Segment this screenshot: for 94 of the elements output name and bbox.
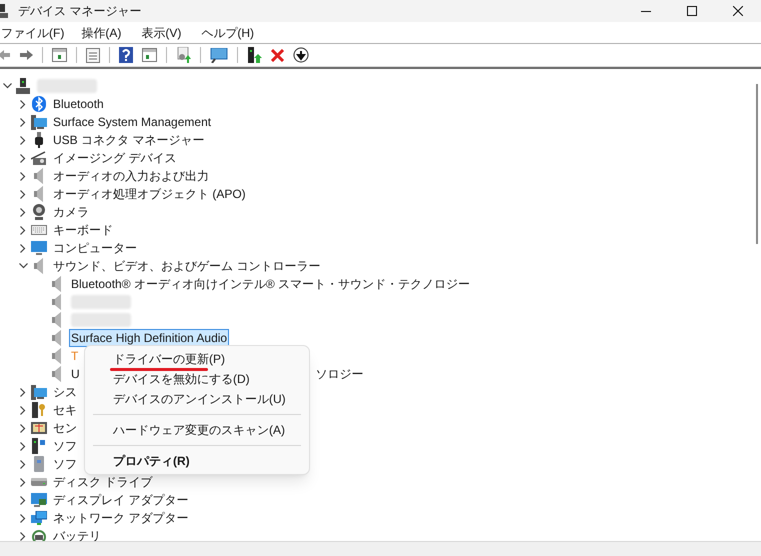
list-document-icon[interactable] bbox=[86, 48, 100, 62]
menu-item[interactable]: デバイスのアンインストール(U) bbox=[113, 390, 286, 408]
chevron-right-icon[interactable] bbox=[20, 496, 26, 504]
tree-item[interactable]: セン bbox=[51, 419, 79, 437]
tree-item[interactable]: イメージング デバイス bbox=[51, 149, 178, 167]
webcam-icon bbox=[32, 204, 46, 220]
menu-item[interactable]: 表示(V) bbox=[141, 24, 182, 42]
speaker-icon bbox=[51, 348, 63, 364]
speaker-icon bbox=[51, 330, 63, 346]
tree-item[interactable]: シス bbox=[51, 383, 79, 401]
menu-item[interactable]: ハードウェア変更のスキャン(A) bbox=[113, 421, 285, 439]
speaker-icon bbox=[33, 186, 45, 202]
tree-item[interactable]: Bluetooth® オーディオ向けインテル® スマート・サウンド・テクノロジー bbox=[69, 275, 472, 293]
scrollbar-thumb[interactable] bbox=[756, 84, 758, 244]
drive-icon bbox=[31, 478, 47, 486]
device-icon bbox=[32, 438, 46, 454]
tree-item[interactable]: キーボード bbox=[51, 221, 115, 239]
tree-item-text: ソロジー bbox=[316, 366, 364, 383]
close-icon bbox=[733, 6, 743, 16]
tree-item[interactable]: ソフ bbox=[51, 437, 79, 455]
tree-item[interactable]: ネットワーク アダプター bbox=[51, 509, 190, 527]
menu-item[interactable]: プロパティ(R) bbox=[113, 452, 190, 470]
speaker-icon bbox=[51, 312, 63, 328]
menu-item[interactable]: ドライバーの更新(P) bbox=[113, 350, 225, 368]
chevron-down-icon[interactable] bbox=[18, 263, 28, 269]
chevron-right-icon[interactable] bbox=[20, 100, 26, 108]
board-icon bbox=[31, 422, 47, 434]
speaker-icon bbox=[51, 366, 63, 382]
monitor-icon bbox=[31, 114, 47, 130]
monitor-icon bbox=[31, 492, 47, 508]
chevron-right-icon[interactable] bbox=[20, 424, 26, 432]
tree-item[interactable]: セキ bbox=[51, 401, 79, 419]
chevron-right-icon[interactable] bbox=[20, 514, 26, 522]
speaker-icon bbox=[51, 294, 63, 310]
battery-icon bbox=[31, 529, 47, 542]
download-circle-icon[interactable] bbox=[293, 47, 309, 63]
computer-icon bbox=[16, 78, 30, 94]
help-icon[interactable] bbox=[119, 47, 133, 63]
panel-icon[interactable] bbox=[142, 48, 157, 62]
chevron-right-icon[interactable] bbox=[20, 478, 26, 486]
menu-item[interactable]: ファイル(F) bbox=[1, 24, 64, 42]
menu-item[interactable]: デバイスを無効にする(D) bbox=[113, 370, 250, 388]
keyboard-icon bbox=[31, 225, 47, 235]
tree-item[interactable]: バッテリ bbox=[51, 527, 103, 542]
window-title: デバイス マネージャー bbox=[18, 3, 142, 20]
tree-item[interactable]: カメラ bbox=[51, 203, 91, 221]
chevron-right-icon[interactable] bbox=[20, 460, 26, 468]
speaker-icon bbox=[33, 168, 45, 184]
forward-arrow-icon[interactable] bbox=[19, 48, 33, 62]
speaker-icon bbox=[33, 258, 45, 274]
plug-icon bbox=[35, 132, 43, 148]
tree-item[interactable]: オーディオ処理オブジェクト (APO) bbox=[51, 185, 248, 203]
monitor-icon bbox=[31, 384, 47, 400]
monitor-icon bbox=[31, 240, 47, 256]
chevron-down-icon[interactable] bbox=[2, 83, 12, 89]
chevron-right-icon[interactable] bbox=[20, 532, 26, 540]
key-icon bbox=[32, 402, 46, 418]
tree-item[interactable]: U bbox=[69, 365, 82, 383]
chevron-right-icon[interactable] bbox=[20, 244, 26, 252]
speaker-icon bbox=[51, 276, 63, 292]
network-icon bbox=[31, 510, 47, 526]
panel-icon[interactable] bbox=[52, 48, 67, 62]
delete-icon[interactable] bbox=[271, 48, 284, 62]
chevron-right-icon[interactable] bbox=[20, 208, 26, 216]
chevron-right-icon[interactable] bbox=[20, 154, 26, 162]
tree-item[interactable]: Bluetooth bbox=[51, 95, 106, 113]
tree-item[interactable]: Surface System Management bbox=[51, 113, 214, 131]
scanner-icon bbox=[31, 151, 47, 165]
tree-item[interactable]: ディスプレイ アダプター bbox=[51, 491, 190, 509]
device-update-icon[interactable] bbox=[247, 47, 262, 63]
chevron-right-icon[interactable] bbox=[20, 118, 26, 126]
tree-item[interactable]: USB コネクタ マネージャー bbox=[51, 131, 206, 149]
gear-upload-icon[interactable] bbox=[176, 47, 191, 63]
bluetooth-icon bbox=[32, 96, 46, 112]
chevron-right-icon[interactable] bbox=[20, 172, 26, 180]
menu-item[interactable]: ヘルプ(H) bbox=[201, 24, 254, 42]
monitor-search-icon[interactable] bbox=[210, 48, 228, 62]
menu-item[interactable]: 操作(A) bbox=[81, 24, 122, 42]
chevron-right-icon[interactable] bbox=[20, 190, 26, 198]
chevron-right-icon[interactable] bbox=[20, 442, 26, 450]
tree-item[interactable]: ディスク ドライブ bbox=[51, 473, 154, 491]
minimize-icon bbox=[641, 10, 651, 12]
maximize-icon bbox=[687, 6, 697, 16]
chevron-right-icon[interactable] bbox=[20, 388, 26, 396]
tree-item[interactable]: オーディオの入力および出力 bbox=[51, 167, 211, 185]
tree-item[interactable]: コンピューター bbox=[51, 239, 139, 257]
chevron-right-icon[interactable] bbox=[20, 226, 26, 234]
tree-item[interactable]: ソフ bbox=[51, 455, 79, 473]
tree-item[interactable]: サウンド、ビデオ、およびゲーム コントローラー bbox=[51, 257, 322, 275]
chevron-right-icon[interactable] bbox=[20, 136, 26, 144]
chevron-right-icon[interactable] bbox=[20, 406, 26, 414]
back-arrow-icon[interactable] bbox=[0, 48, 10, 62]
tower-icon bbox=[34, 456, 44, 472]
tree-item[interactable]: Surface High Definition Audio bbox=[69, 329, 230, 347]
